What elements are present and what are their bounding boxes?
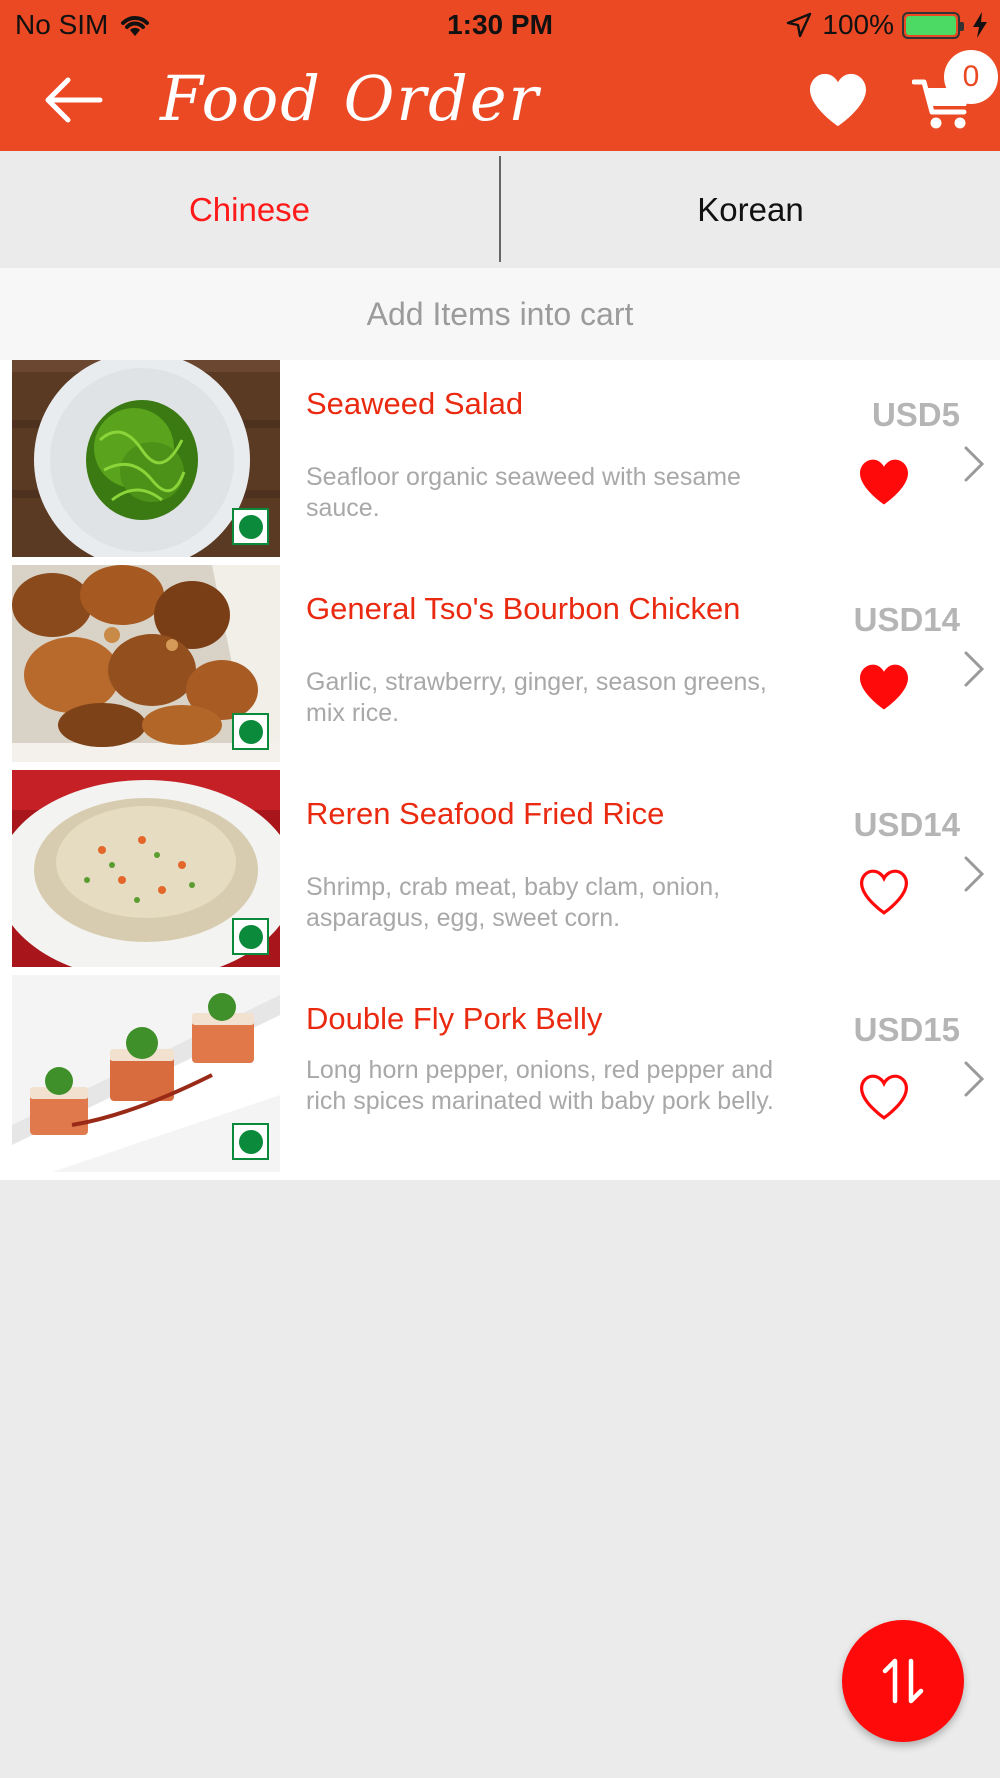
veg-indicator-icon [232, 1123, 269, 1160]
food-photo [12, 360, 280, 557]
add-items-hint: Add Items into cart [0, 268, 1000, 360]
item-name: Seaweed Salad [306, 386, 524, 421]
item-price: USD14 [853, 601, 960, 638]
favorites-button[interactable] [808, 72, 868, 128]
veg-indicator-icon [232, 918, 269, 955]
charging-bolt-icon [973, 12, 987, 38]
app-header: No SIM 1:30 PM 100% Food Order [0, 0, 1000, 151]
status-right: 100% [786, 9, 990, 41]
battery-percentage: 100% [822, 9, 894, 40]
heart-icon [810, 73, 866, 127]
menu-item-seafood-fried-rice[interactable]: Reren Seafood Fried Rice Shrimp, crab me… [0, 770, 1000, 975]
cart-count-badge: 0 [944, 50, 998, 104]
favorite-heart-outline-icon[interactable] [858, 1073, 910, 1121]
item-price: USD15 [853, 1011, 960, 1048]
item-description: Seafloor organic seaweed with sesame sau… [306, 463, 741, 522]
veg-indicator-icon [232, 713, 269, 750]
favorite-heart-filled-icon[interactable] [858, 663, 910, 711]
item-name: General Tso's Bourbon Chicken [306, 591, 741, 626]
back-button[interactable] [40, 74, 106, 126]
item-description: Long horn pepper, onions, red pepper and… [306, 1056, 774, 1115]
battery-icon [902, 11, 964, 39]
location-arrow-icon [787, 12, 812, 38]
sort-button[interactable] [842, 1620, 964, 1742]
item-name: Reren Seafood Fried Rice [306, 796, 665, 831]
back-arrow-icon [45, 77, 103, 123]
item-description: Shrimp, crab meat, baby clam, onion, asp… [306, 873, 721, 932]
menu-item-list: Seaweed Salad Seafloor organic seaweed w… [0, 360, 1000, 1180]
menu-item-pork-belly[interactable]: Double Fly Pork Belly Long horn pepper, … [0, 975, 1000, 1180]
menu-item-general-tso-chicken[interactable]: General Tso's Bourbon Chicken Garlic, st… [0, 565, 1000, 770]
status-bar: No SIM 1:30 PM 100% [0, 0, 1000, 50]
chevron-right-icon [964, 651, 985, 687]
app-title: Food Order [160, 62, 541, 135]
item-name: Double Fly Pork Belly [306, 1001, 603, 1036]
favorite-heart-filled-icon[interactable] [858, 458, 910, 506]
category-tabs: Chinese Korean [0, 151, 1000, 268]
food-photo [12, 770, 280, 967]
tab-korean[interactable]: Korean [501, 151, 1000, 268]
favorite-heart-outline-icon[interactable] [858, 868, 910, 916]
menu-item-seaweed-salad[interactable]: Seaweed Salad Seafloor organic seaweed w… [0, 360, 1000, 565]
chevron-right-icon [964, 446, 985, 482]
chevron-right-icon [964, 856, 985, 892]
food-photo [12, 975, 280, 1172]
tab-chinese[interactable]: Chinese [0, 151, 499, 268]
veg-indicator-icon [232, 508, 269, 545]
sort-arrows-icon [882, 1658, 924, 1704]
chevron-right-icon [964, 1061, 985, 1097]
item-description: Garlic, strawberry, ginger, season green… [306, 668, 767, 727]
nav-bar: Food Order [0, 50, 1000, 151]
item-price: USD5 [871, 396, 960, 433]
item-price: USD14 [853, 806, 960, 843]
food-photo [12, 565, 280, 762]
